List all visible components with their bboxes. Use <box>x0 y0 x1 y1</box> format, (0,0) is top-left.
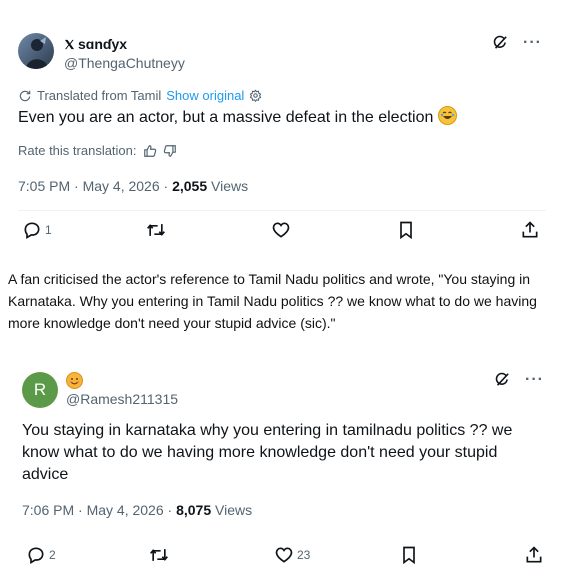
translated-label: Translated from Tamil <box>37 88 162 103</box>
tweet-top-icons: ··· <box>492 34 542 51</box>
like-count: 23 <box>297 548 311 562</box>
tweet-text: You staying in karnataka why you enterin… <box>22 422 513 483</box>
translate-icon <box>19 90 31 101</box>
views-count: 8,075 <box>176 502 212 518</box>
reply-icon <box>28 547 44 564</box>
share-icon <box>526 546 542 563</box>
tweet-card-1: sɑnɗyx @ThengaChutneyy ··· Translated fr… <box>0 0 566 258</box>
share-icon <box>522 221 538 238</box>
bookmark-button[interactable] <box>400 545 418 565</box>
repost-button[interactable] <box>145 220 167 240</box>
user-handle[interactable]: @Ramesh211315 <box>66 391 178 407</box>
display-name[interactable] <box>66 371 178 389</box>
tweet-actions: 2 23 <box>0 545 566 569</box>
settings-icon[interactable] <box>249 89 262 102</box>
reply-button[interactable]: 2 <box>26 545 56 565</box>
tweet-text: Even you are an actor, but a massive def… <box>18 106 548 129</box>
tweet-meta: 7:06 PM · May 4, 2026 · 8,075 Views <box>22 502 252 518</box>
author-block: sɑnɗyx @ThengaChutneyy <box>64 35 185 71</box>
rate-translation-row: Rate this translation: <box>18 143 177 158</box>
article-paragraph: A fan criticised the actor's reference t… <box>8 271 537 331</box>
x-logo-icon <box>64 39 75 49</box>
author-block: @Ramesh211315 <box>66 371 178 407</box>
repost-icon <box>150 549 168 561</box>
reply-button[interactable]: 1 <box>22 220 52 240</box>
more-icon[interactable]: ··· <box>523 34 542 50</box>
thumbs-down-icon[interactable] <box>163 144 177 158</box>
user-avatar[interactable] <box>18 33 54 69</box>
grok-icon[interactable] <box>492 34 509 51</box>
tweet-text-content: Even you are an actor, but a massive def… <box>18 109 434 126</box>
rate-label: Rate this translation: <box>18 143 137 158</box>
reply-count: 2 <box>49 548 56 562</box>
reply-icon <box>24 222 40 239</box>
timestamp[interactable]: 7:06 PM · May 4, 2026 · <box>22 502 176 518</box>
reply-count: 1 <box>45 223 52 237</box>
thumbs-up-icon[interactable] <box>143 144 157 158</box>
user-avatar[interactable]: R <box>22 372 58 408</box>
like-icon <box>275 547 293 563</box>
bookmark-button[interactable] <box>397 220 415 240</box>
rofl-emoji-icon <box>437 106 457 125</box>
user-handle[interactable]: @ThengaChutneyy <box>64 55 185 71</box>
more-icon[interactable]: ··· <box>525 371 544 387</box>
like-button[interactable]: 23 <box>274 545 310 565</box>
show-original-link[interactable]: Show original <box>166 88 244 103</box>
tweet-actions: 1 <box>0 220 566 244</box>
avatar-letter: R <box>33 380 47 399</box>
repost-button[interactable] <box>148 545 170 565</box>
share-button[interactable] <box>520 220 540 240</box>
bookmark-icon <box>400 221 412 240</box>
views-label: Views <box>207 178 249 194</box>
display-name[interactable]: sɑnɗyx <box>64 35 185 53</box>
display-name-text: sɑnɗyx <box>78 36 128 52</box>
share-button[interactable] <box>524 545 544 565</box>
like-icon <box>272 222 290 238</box>
tweet-top-icons: ··· <box>494 371 544 388</box>
grok-icon[interactable] <box>494 371 511 388</box>
views-count: 2,055 <box>172 178 208 194</box>
tweet-card-2: R @Ramesh211315 ··· You staying in karna… <box>0 354 566 586</box>
smiley-emoji-icon <box>66 371 83 389</box>
timestamp[interactable]: 7:05 PM · May 4, 2026 · <box>18 178 172 194</box>
divider <box>18 210 546 211</box>
repost-icon <box>147 224 165 236</box>
views-label: Views <box>211 502 253 518</box>
translated-row: Translated from Tamil Show original <box>18 88 262 103</box>
bookmark-icon <box>403 546 415 565</box>
like-button[interactable] <box>271 220 291 240</box>
tweet-meta: 7:05 PM · May 4, 2026 · 2,055 Views <box>18 178 248 194</box>
